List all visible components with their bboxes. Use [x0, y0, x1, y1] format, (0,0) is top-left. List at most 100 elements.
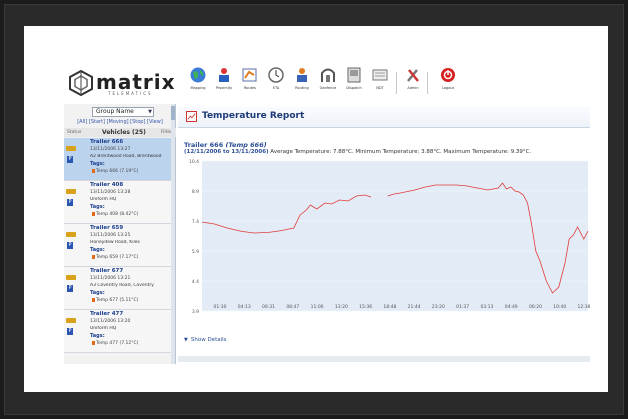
globe-icon [190, 67, 206, 83]
parked-badge-icon: P [67, 285, 73, 292]
dispatch-button[interactable]: Dispatch [342, 66, 366, 100]
admin-button[interactable]: Admin [401, 66, 425, 100]
show-details-toggle[interactable]: Show Details [184, 337, 227, 343]
x-tick-label: 12:38 [578, 304, 590, 310]
vehicle-time: 13/11/2006 13:21 [90, 276, 131, 281]
vehicle-list: P Trailer 666 13/11/2006 13:27 A2 Brentw… [64, 138, 172, 353]
chevron-down-icon: ▼ [148, 109, 152, 115]
y-tick-label: 5.9 [192, 249, 199, 255]
vehicle-time: 13/11/2006 13:28 [90, 190, 131, 195]
vehicle-time: 13/11/2006 13:27 [90, 147, 131, 152]
vehicle-list-header: Status Vehicles (25) Filter [64, 128, 176, 137]
group-select[interactable]: Group Name ▼ [92, 107, 154, 117]
geofence-label: Geofence [319, 86, 337, 90]
y-tick-label: 3.9 [192, 309, 199, 315]
line-chart-icon [186, 111, 197, 122]
x-tick-label: 08:47 [286, 304, 299, 310]
temperature-chart: 3.9 4.4 5.9 7.4 8.9 10.4 01:30 04:13 06:31 08:47 1… [189, 159, 590, 315]
vehicles-count-heading: Vehicles (25) [102, 129, 146, 136]
eta-button[interactable]: ETA [264, 66, 288, 100]
vehicle-filter-links[interactable]: [All] [Start] [Moving] [Stop] [View] [64, 119, 176, 125]
parked-badge-icon: P [67, 328, 73, 335]
truck-icon [66, 318, 76, 323]
routing-icon [297, 68, 307, 82]
x-tick-label: 18:48 [383, 304, 396, 310]
ndt-button[interactable]: NDT [368, 66, 392, 100]
y-tick-label: 8.9 [192, 189, 199, 195]
report-panel: Temperature Report Trailer 666 (Temp 666… [178, 104, 590, 364]
x-tick-label: 06:31 [262, 304, 275, 310]
vehicle-item[interactable]: P Trailer 666 13/11/2006 13:27 A2 Brentw… [64, 138, 172, 181]
x-tick-label: 15:36 [359, 304, 372, 310]
x-tick-label: 11:00 [311, 304, 324, 310]
vehicle-item[interactable]: P Trailer 659 13/11/2006 13:25 Honeydew … [64, 224, 172, 267]
mapping-button[interactable]: Mapping [186, 66, 210, 100]
routes-button[interactable]: Routes [238, 66, 262, 100]
mapping-label: Mapping [190, 86, 206, 90]
chart-subheading: (12/11/2006 to 13/11/2006) Average Tempe… [184, 149, 531, 155]
vehicle-name: Trailer 666 [90, 139, 124, 145]
admin-label: Admin [407, 86, 419, 90]
vehicle-temp-sensor[interactable]: Temp 677 (5.11°C) [92, 298, 138, 303]
vehicle-name: Trailer 408 [90, 182, 124, 188]
proximity-button[interactable]: Proximity [212, 66, 236, 100]
routing-label: Routing [295, 86, 309, 90]
parked-badge-icon: P [67, 242, 73, 249]
ndt-label: NDT [376, 86, 384, 90]
logout-button[interactable]: Logout [436, 66, 460, 100]
vehicle-tags: Tags: [90, 247, 105, 253]
vehicle-name: Trailer 677 [90, 268, 124, 274]
vehicle-sidebar: Group Name ▼ [All] [Start] [Moving] [Sto… [64, 104, 176, 364]
vehicle-location: Honeydew Road, Kiles [90, 240, 140, 245]
group-select-value: Group Name [96, 108, 134, 115]
logout-label: Logout [442, 86, 454, 90]
eta-label: ETA [272, 86, 280, 90]
chart-temperature-stats: Average Temperature: 7.88°C. Minimum Tem… [270, 149, 532, 155]
vehicle-tags: Tags: [90, 290, 105, 296]
truck-icon [66, 232, 76, 237]
x-tick-label: 04:49 [505, 304, 518, 310]
report-title-bar: Temperature Report [178, 106, 590, 128]
vehicle-temp-sensor[interactable]: Temp 659 (7.17°C) [92, 255, 138, 260]
x-tick-label: 04:13 [238, 304, 251, 310]
logout-icon [441, 68, 455, 82]
horizontal-scrollbar[interactable] [178, 356, 590, 362]
chart-heading-sensor: (Temp 666) [225, 141, 267, 149]
dispatch-icon [347, 67, 361, 83]
vehicle-temp-sensor[interactable]: Temp 408 (8.42°C) [92, 212, 138, 217]
ndt-icon [372, 69, 388, 81]
parked-badge-icon: P [67, 156, 73, 163]
vehicle-tags: Tags: [90, 204, 105, 210]
vehicle-temp-sensor[interactable]: Temp 477 (7.12°C) [92, 341, 138, 346]
geofence-button[interactable]: Geofence [316, 66, 340, 100]
main-toolbar: matrix TELEMATICS Mapping Proximity Rout… [64, 64, 590, 102]
y-tick-label: 4.4 [192, 279, 199, 285]
vehicle-temp-sensor[interactable]: Temp 666 (7.19°C) [92, 169, 138, 174]
matrix-logo: matrix TELEMATICS [68, 70, 180, 98]
x-tick-label: 23:20 [432, 304, 445, 310]
vehicle-tags: Tags: [90, 161, 105, 167]
status-column-header[interactable]: Status [67, 128, 81, 137]
x-tick-label: 01:30 [214, 304, 227, 310]
x-tick-label: 21:44 [408, 304, 421, 310]
chart-heading: Trailer 666 (Temp 666) [184, 141, 267, 149]
vehicle-item[interactable]: P Trailer 408 13/11/2006 13:28 Uniform H… [64, 181, 172, 224]
vehicle-name: Trailer 477 [90, 311, 124, 317]
sidebar-scrollbar-thumb[interactable] [171, 106, 175, 120]
routes-label: Routes [244, 86, 256, 90]
vehicle-name: Trailer 659 [90, 225, 124, 231]
truck-icon [66, 275, 76, 280]
logo-subtext: TELEMATICS [108, 91, 153, 96]
sidebar-scrollbar[interactable] [171, 104, 175, 364]
toolbar-divider [396, 72, 397, 94]
clock-icon [268, 67, 284, 83]
report-title: Temperature Report [202, 111, 305, 121]
y-tick-label: 10.4 [189, 159, 199, 165]
hexagon-logo-icon [69, 70, 93, 96]
vehicle-item[interactable]: P Trailer 677 13/11/2006 13:21 A3 Covent… [64, 267, 172, 310]
x-tick-label: 10:40 [553, 304, 566, 310]
vehicle-time: 13/11/2006 13:25 [90, 233, 131, 238]
vehicle-item[interactable]: P Trailer 477 13/11/2006 13:20 Uniform H… [64, 310, 172, 353]
routing-button[interactable]: Routing [290, 66, 314, 100]
x-tick-label: 06:20 [529, 304, 542, 310]
